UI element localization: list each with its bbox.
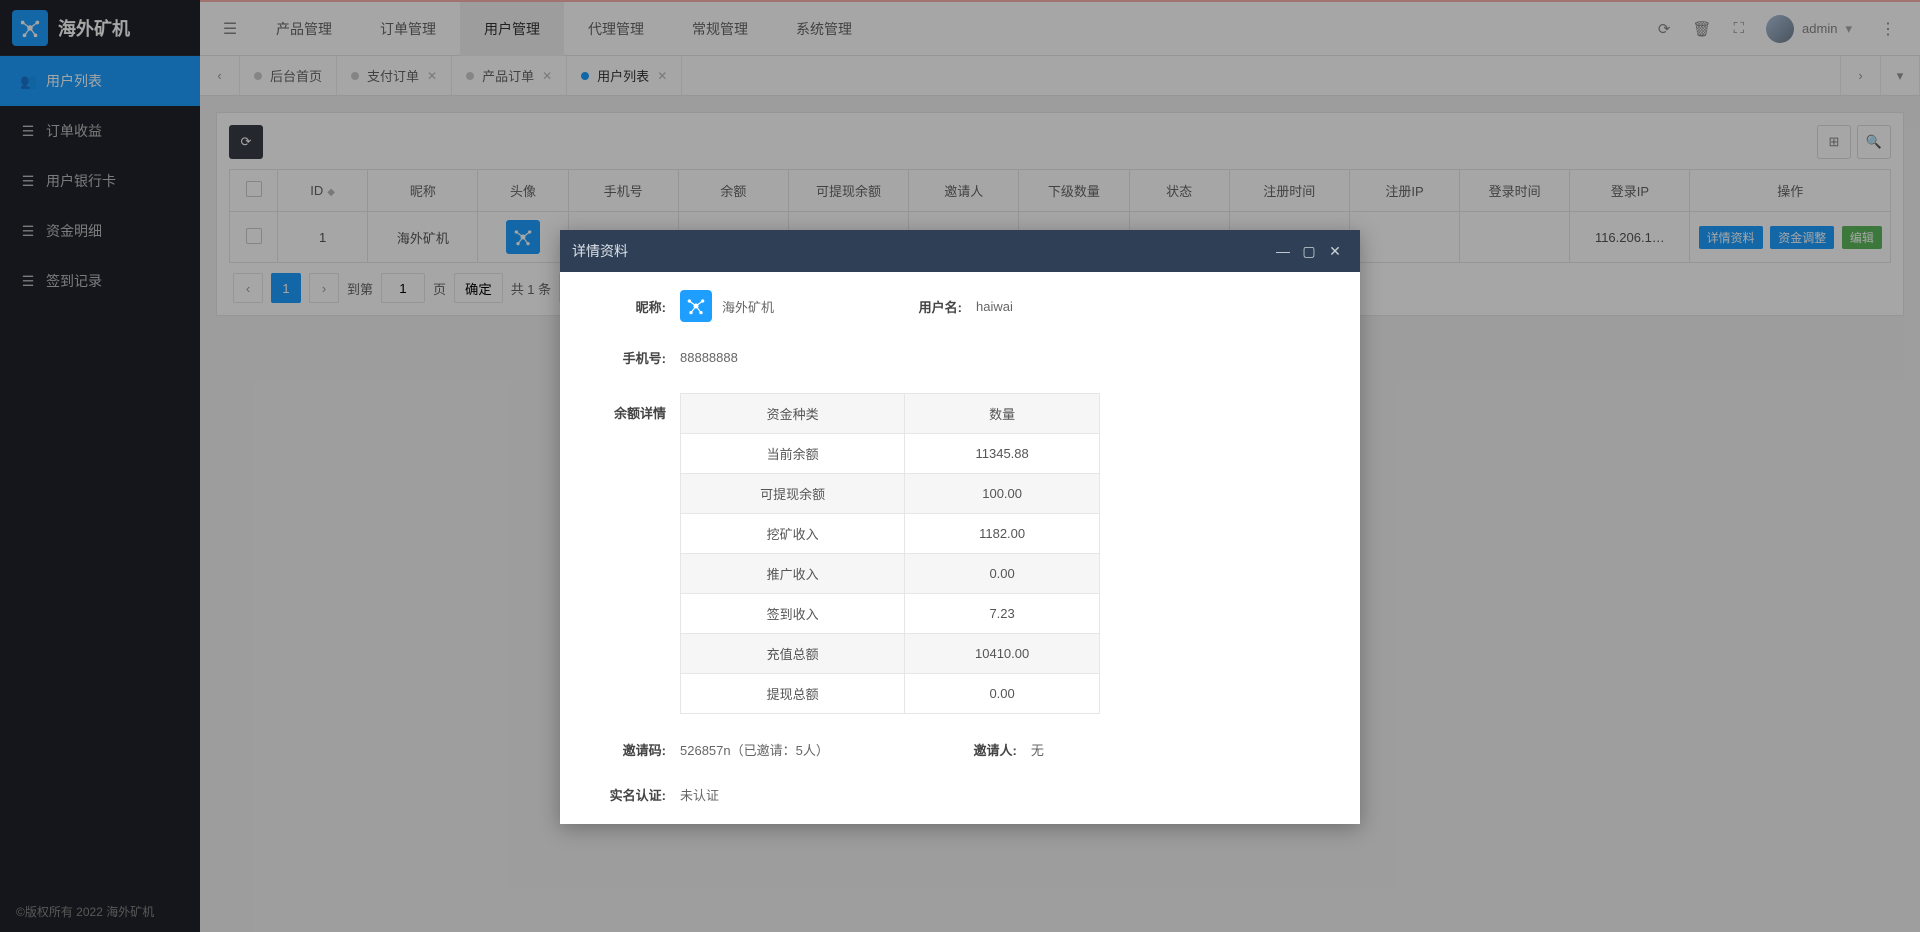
balance-row: 挖矿收入1182.00 bbox=[681, 514, 1100, 554]
modal-header: 详情资料 — ▢ ✕ bbox=[560, 230, 1360, 272]
invite-code-value: 526857n（已邀请：5人） bbox=[680, 740, 829, 759]
balance-row: 可提现余额100.00 bbox=[681, 474, 1100, 514]
balance-label: 余额详情 bbox=[588, 393, 666, 422]
nickname-value: 海外矿机 bbox=[722, 297, 774, 316]
nickname-label: 昵称: bbox=[588, 297, 666, 316]
bal-col-type: 资金种类 bbox=[681, 394, 905, 434]
balance-row: 推广收入0.00 bbox=[681, 554, 1100, 594]
detail-modal: 详情资料 — ▢ ✕ 昵称: 海外矿机 用户名: haiwai bbox=[560, 230, 1360, 824]
invite-code-label: 邀请码: bbox=[588, 740, 666, 759]
balance-header-row: 资金种类 数量 bbox=[681, 394, 1100, 434]
modal-title: 详情资料 bbox=[572, 241, 1270, 261]
phone-value: 88888888 bbox=[680, 350, 738, 365]
balance-table: 资金种类 数量 当前余额11345.88 可提现余额100.00 挖矿收入118… bbox=[680, 393, 1100, 714]
inviter-value: 无 bbox=[1031, 740, 1044, 759]
phone-label: 手机号: bbox=[588, 348, 666, 367]
minimize-icon[interactable]: — bbox=[1270, 238, 1296, 264]
balance-row: 签到收入7.23 bbox=[681, 594, 1100, 634]
modal-overlay: 详情资料 — ▢ ✕ 昵称: 海外矿机 用户名: haiwai bbox=[0, 0, 1920, 932]
avatar-icon bbox=[680, 290, 712, 322]
balance-row: 充值总额10410.00 bbox=[681, 634, 1100, 674]
bal-col-amount: 数量 bbox=[905, 394, 1100, 434]
close-icon[interactable]: ✕ bbox=[1322, 238, 1348, 264]
maximize-icon[interactable]: ▢ bbox=[1296, 238, 1322, 264]
inviter-label: 邀请人: bbox=[939, 740, 1017, 759]
username-label: 用户名: bbox=[884, 297, 962, 316]
verify-label: 实名认证: bbox=[588, 785, 666, 804]
verify-value: 未认证 bbox=[680, 785, 719, 804]
balance-row: 提现总额0.00 bbox=[681, 674, 1100, 714]
modal-body[interactable]: 昵称: 海外矿机 用户名: haiwai 手机号: 88888888 余额 bbox=[560, 272, 1360, 824]
balance-row: 当前余额11345.88 bbox=[681, 434, 1100, 474]
username-value: haiwai bbox=[976, 299, 1013, 314]
